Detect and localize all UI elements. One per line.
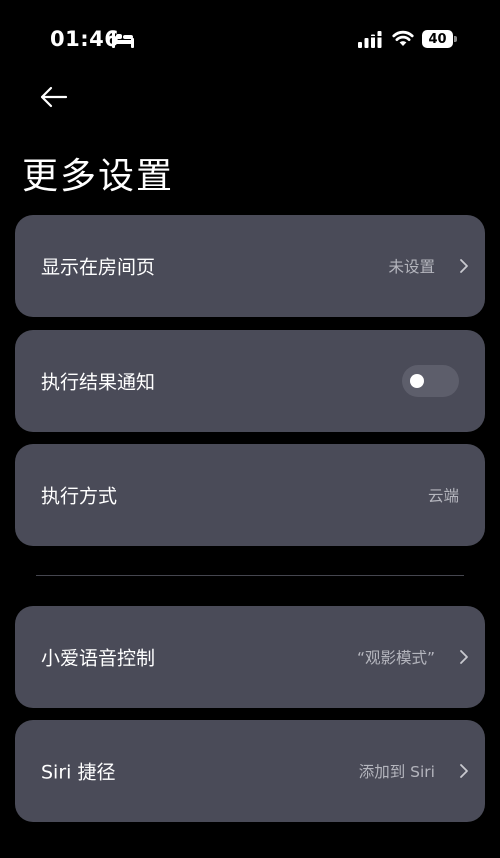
display-in-room-row[interactable]: 显示在房间页 未设置 [15, 215, 485, 317]
execution-mode-row[interactable]: 执行方式 云端 [15, 444, 485, 546]
bed-icon [112, 32, 134, 48]
cellular-signal-icon [358, 31, 382, 48]
display-in-room-value: 未设置 [388, 258, 435, 276]
chevron-right-icon [460, 764, 468, 778]
result-notification-toggle[interactable] [402, 365, 459, 397]
xiaoai-voice-control-label: 小爱语音控制 [41, 647, 156, 670]
battery-indicator: 40 [422, 30, 457, 48]
battery-tip [454, 36, 457, 42]
siri-shortcut-value: 添加到 Siri [358, 763, 435, 781]
toggle-knob [410, 374, 424, 388]
chevron-right-icon [460, 259, 468, 273]
display-in-room-label: 显示在房间页 [41, 256, 156, 279]
chevron-right-icon [460, 650, 468, 664]
page-title: 更多设置 [22, 156, 175, 197]
status-bar: 01:46 40 [0, 0, 500, 80]
siri-shortcut-label: Siri 捷径 [41, 761, 116, 784]
execution-mode-value: 云端 [427, 487, 459, 505]
execution-mode-label: 执行方式 [41, 485, 118, 508]
siri-shortcut-row[interactable]: Siri 捷径 添加到 Siri [15, 720, 485, 822]
xiaoai-voice-control-value: “观影模式” [356, 649, 435, 667]
more-settings-page: 01:46 40 更多设置 显示在房间页 未设置 执行结果通知 执行方式 云端 … [0, 0, 500, 858]
result-notification-label: 执行结果通知 [41, 371, 156, 394]
battery-level: 40 [422, 30, 453, 48]
arrow-left-icon [40, 86, 68, 108]
section-divider [36, 575, 464, 576]
result-notification-row: 执行结果通知 [15, 330, 485, 432]
back-button[interactable] [36, 80, 76, 116]
status-time: 01:46 [50, 27, 120, 51]
wifi-icon [392, 30, 414, 46]
xiaoai-voice-control-row[interactable]: 小爱语音控制 “观影模式” [15, 606, 485, 708]
